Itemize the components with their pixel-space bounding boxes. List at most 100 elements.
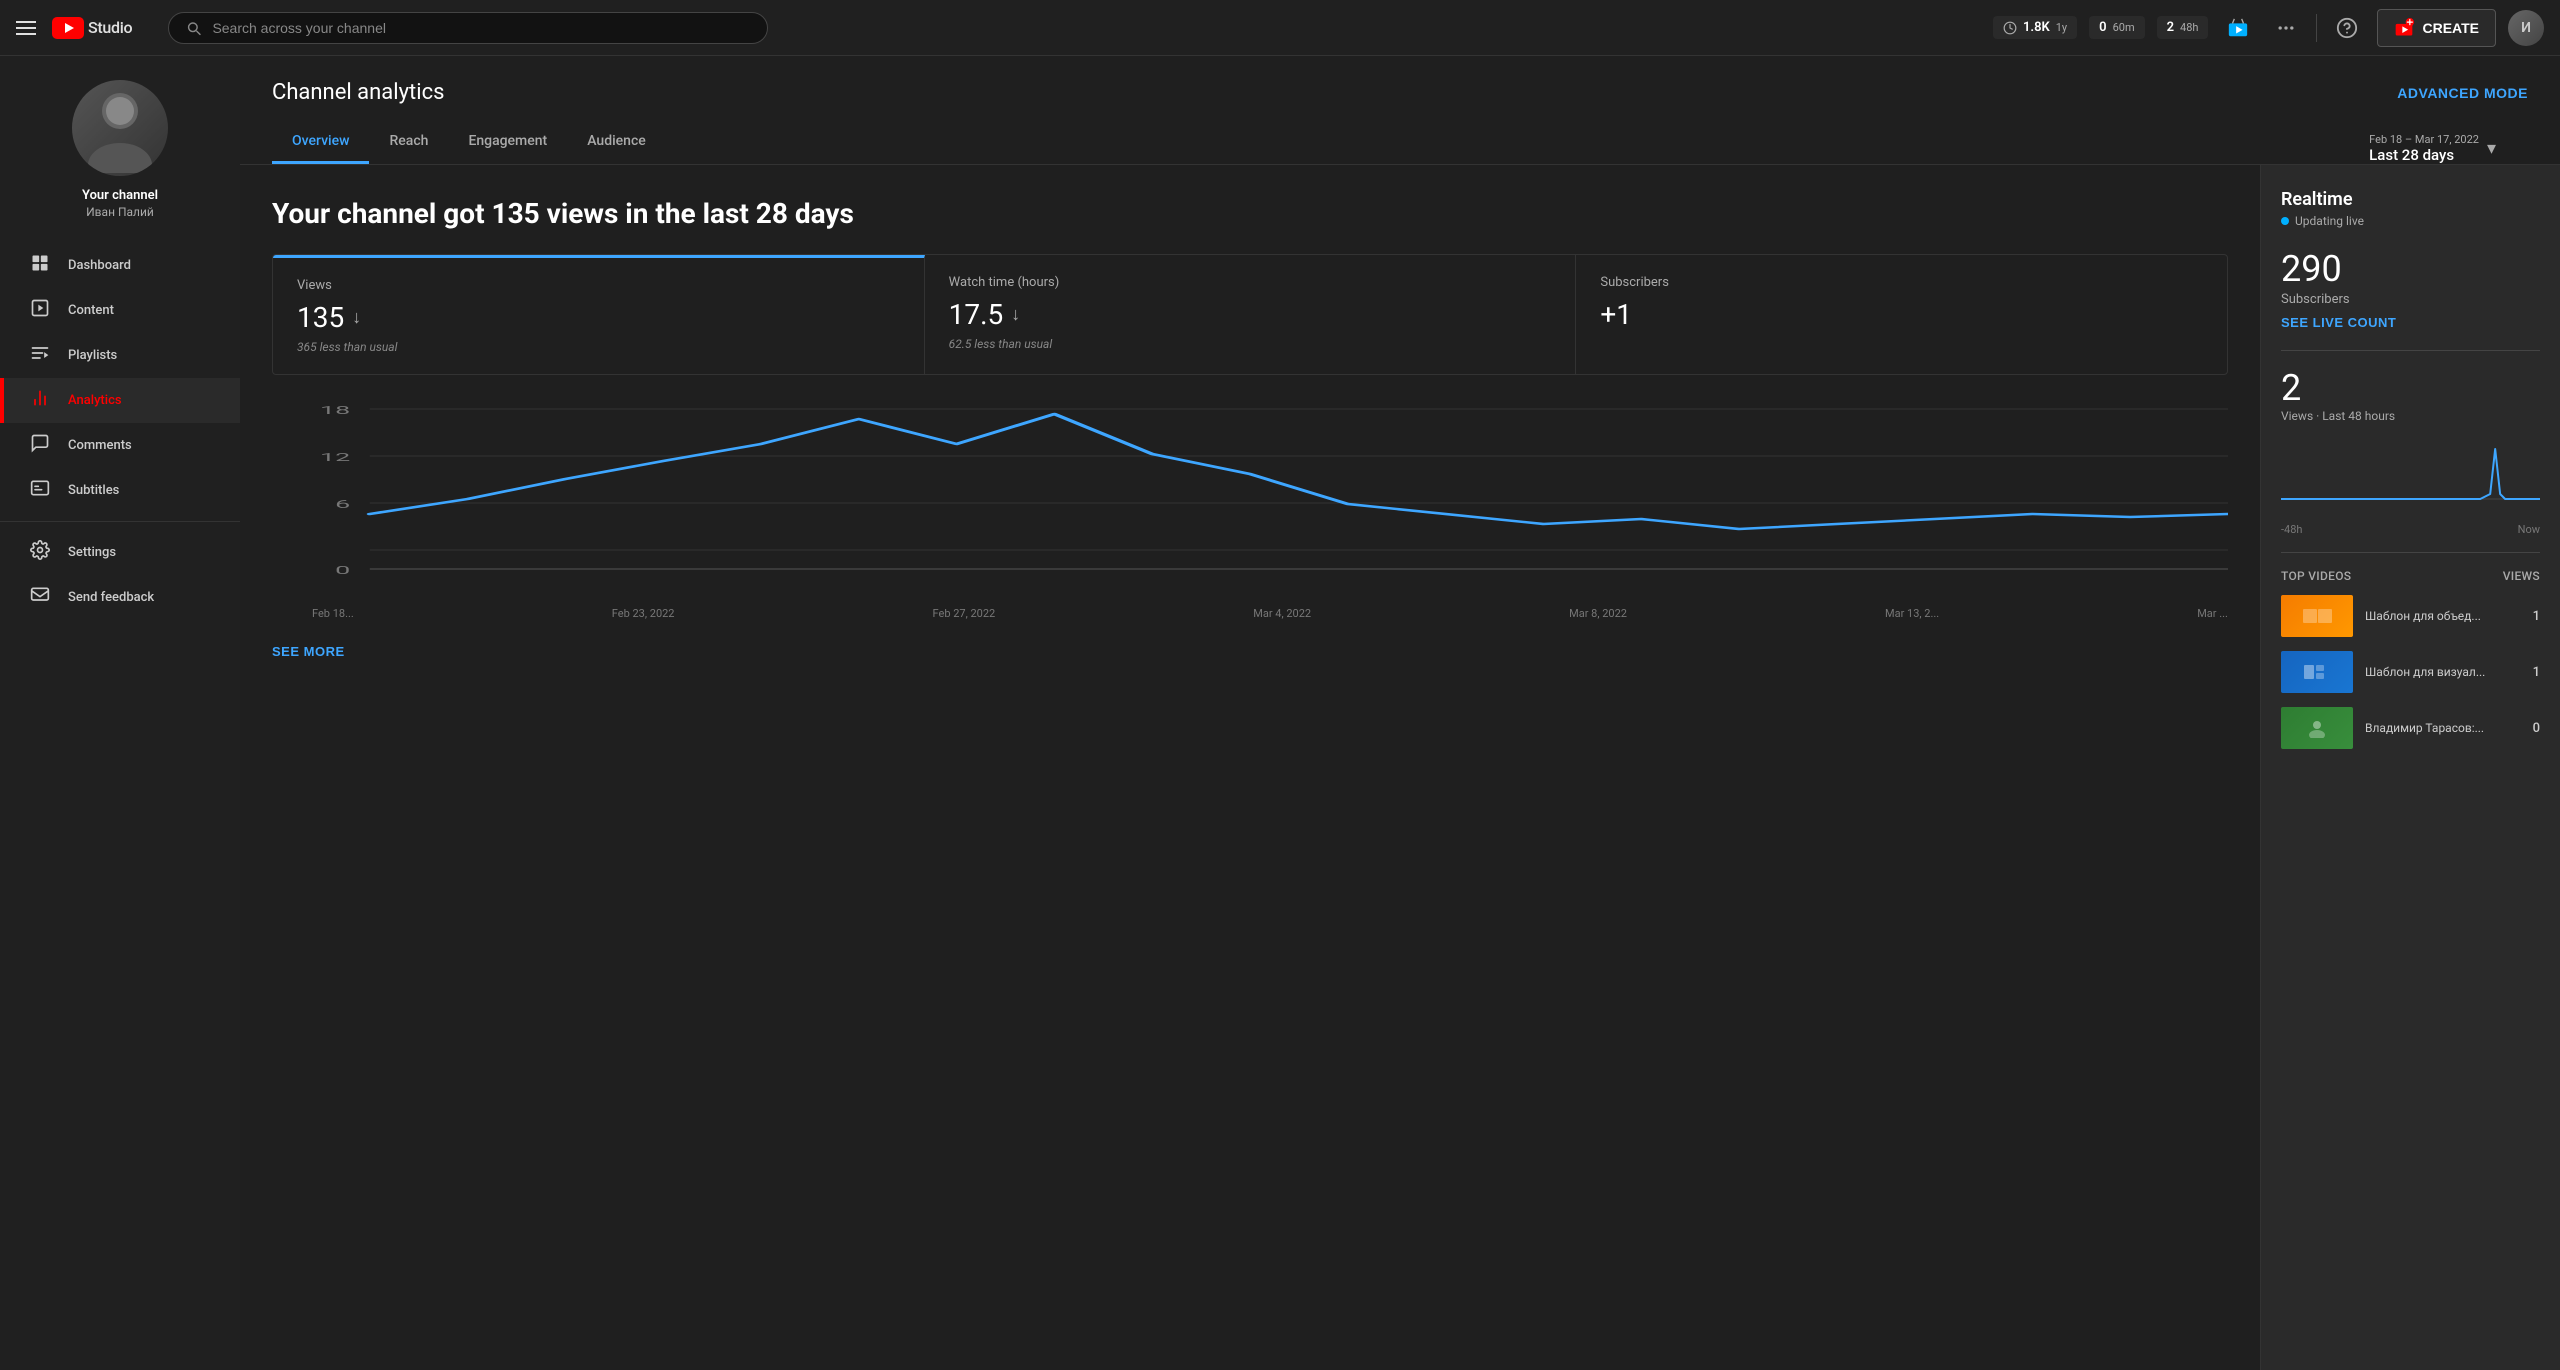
top-videos-header: Top videos Views (2281, 569, 2540, 583)
settings-label: Settings (68, 545, 116, 560)
date-range-selector[interactable]: Feb 18 – Mar 17, 2022 Last 28 days ▾ (2369, 133, 2496, 164)
tab-reach[interactable]: Reach (369, 121, 448, 164)
x-label-2: Feb 23, 2022 (612, 607, 675, 620)
tab-engagement[interactable]: Engagement (448, 121, 567, 164)
realtime-views-count: 2 (2281, 367, 2540, 409)
stat-subscribers-value: +1 (1600, 298, 2203, 331)
avatar[interactable]: И (2508, 10, 2544, 46)
settings-icon (28, 540, 52, 565)
chart-x-labels: Feb 18... Feb 23, 2022 Feb 27, 2022 Mar … (272, 603, 2228, 620)
sidebar-item-content[interactable]: Content (0, 288, 240, 333)
playlists-label: Playlists (68, 348, 117, 363)
comments-icon (28, 433, 52, 458)
avatar-placeholder (72, 80, 168, 176)
feedback-label: Send feedback (68, 590, 154, 605)
stat-48h-label: 48h (2180, 21, 2198, 34)
x-label-3: Feb 27, 2022 (933, 607, 996, 620)
sidebar-item-comments[interactable]: Comments (0, 423, 240, 468)
realtime-title: Realtime (2281, 189, 2540, 210)
tab-audience[interactable]: Audience (567, 121, 666, 164)
channel-avatar[interactable] (72, 80, 168, 176)
sidebar-item-analytics[interactable]: Analytics (0, 378, 240, 423)
realtime-divider (2281, 350, 2540, 351)
stat-1y-label: 1y (2056, 21, 2067, 34)
studio-label: Studio (88, 18, 132, 37)
analytics-main: Your channel got 135 views in the last 2… (240, 165, 2260, 1370)
top-videos-label: Top videos (2281, 569, 2351, 583)
see-live-count-button[interactable]: SEE LIVE COUNT (2281, 315, 2396, 330)
live-dot-icon (2281, 217, 2289, 225)
subtitles-label: Subtitles (68, 483, 119, 498)
channel-info: Your channel Иван Палий (0, 56, 240, 235)
stat-48h-value: 2 (2167, 20, 2174, 35)
analytics-icon (28, 388, 52, 413)
stat-watchtime-label: Watch time (hours) (949, 275, 1552, 290)
see-more-button[interactable]: SEE MORE (272, 644, 345, 659)
mini-chart-end-label: Now (2518, 523, 2540, 536)
dashboard-label: Dashboard (68, 258, 131, 273)
stat-views-value: 135 ↓ (297, 301, 900, 334)
sidebar-item-dashboard[interactable]: Dashboard (0, 243, 240, 288)
sidebar-divider-1 (0, 521, 240, 522)
content-area: Channel analytics ADVANCED MODE Overview… (240, 56, 2560, 1370)
sidebar-item-feedback[interactable]: Send feedback (0, 575, 240, 620)
stat-card-watchtime: Watch time (hours) 17.5 ↓ 62.5 less than… (925, 255, 1577, 374)
help-icon (2336, 17, 2358, 39)
video-thumb-3 (2281, 707, 2353, 749)
analytics-headline: Your channel got 135 views in the last 2… (272, 197, 2228, 230)
stat-60m[interactable]: 0 60m (2089, 16, 2144, 39)
x-label-7: Mar ... (2197, 607, 2228, 620)
stat-48h[interactable]: 2 48h (2157, 16, 2209, 39)
menu-button[interactable] (16, 21, 36, 35)
trend-down-icon: ↓ (352, 307, 361, 328)
svg-text:6: 6 (335, 498, 350, 511)
top-videos-divider (2281, 552, 2540, 553)
video-title-2: Шаблон для визуал... (2365, 664, 2521, 681)
stat-subscribers-label: Subscribers (1600, 275, 2203, 290)
more-icon (2276, 18, 2296, 38)
feedback-icon (28, 585, 52, 610)
stat-1y[interactable]: 1.8K 1y (1993, 16, 2077, 39)
topbar-divider (2316, 14, 2317, 42)
advanced-mode-button[interactable]: ADVANCED MODE (2397, 85, 2528, 101)
date-range-label: Feb 18 – Mar 17, 2022 (2369, 133, 2479, 146)
analytics-label: Analytics (68, 393, 122, 408)
search-input[interactable] (212, 20, 751, 36)
create-button[interactable]: CREATE (2377, 9, 2496, 47)
page-title: Channel analytics (272, 80, 444, 105)
mini-chart: -48h Now (2281, 439, 2540, 536)
sidebar-item-playlists[interactable]: Playlists (0, 333, 240, 378)
mini-chart-svg (2281, 439, 2540, 519)
trend-down-icon-2: ↓ (1011, 304, 1020, 325)
live-icon-button[interactable] (2220, 10, 2256, 46)
right-sidebar: Realtime Updating live 290 Subscribers S… (2260, 165, 2560, 1370)
video-thumb-1 (2281, 595, 2353, 637)
more-options-button[interactable] (2268, 10, 2304, 46)
stat-views-sub: 365 less than usual (297, 340, 900, 354)
video-item-3[interactable]: Владимир Тарасов:... 0 (2281, 707, 2540, 749)
video-title-3: Владимир Тарасов:... (2365, 720, 2521, 737)
video-views-3: 0 (2533, 721, 2540, 736)
tab-overview[interactable]: Overview (272, 121, 369, 164)
chevron-down-icon: ▾ (2487, 138, 2496, 159)
logo[interactable]: Studio (52, 17, 132, 39)
video-item-2[interactable]: Шаблон для визуал... 1 (2281, 651, 2540, 693)
create-label: CREATE (2422, 20, 2479, 36)
search-icon (185, 19, 202, 37)
topbar-right: 1.8K 1y 0 60m 2 48h (1993, 9, 2544, 47)
live-icon (2227, 17, 2249, 39)
create-icon (2394, 18, 2414, 38)
subtitles-icon (28, 478, 52, 503)
youtube-logo-icon (52, 17, 84, 39)
mini-chart-labels: -48h Now (2281, 523, 2540, 536)
svg-text:0: 0 (335, 564, 350, 577)
realtime-live-label: Updating live (2295, 214, 2364, 228)
sidebar-item-settings[interactable]: Settings (0, 530, 240, 575)
topbar: Studio 1.8K 1y 0 60m 2 48h (0, 0, 2560, 56)
help-button[interactable] (2329, 10, 2365, 46)
stats-row: Views 135 ↓ 365 less than usual Watch ti… (272, 254, 2228, 375)
stat-views-label: Views (297, 278, 900, 293)
sidebar-item-subtitles[interactable]: Subtitles (0, 468, 240, 513)
channel-name: Your channel (82, 188, 158, 203)
video-item-1[interactable]: Шаблон для объед... 1 (2281, 595, 2540, 637)
